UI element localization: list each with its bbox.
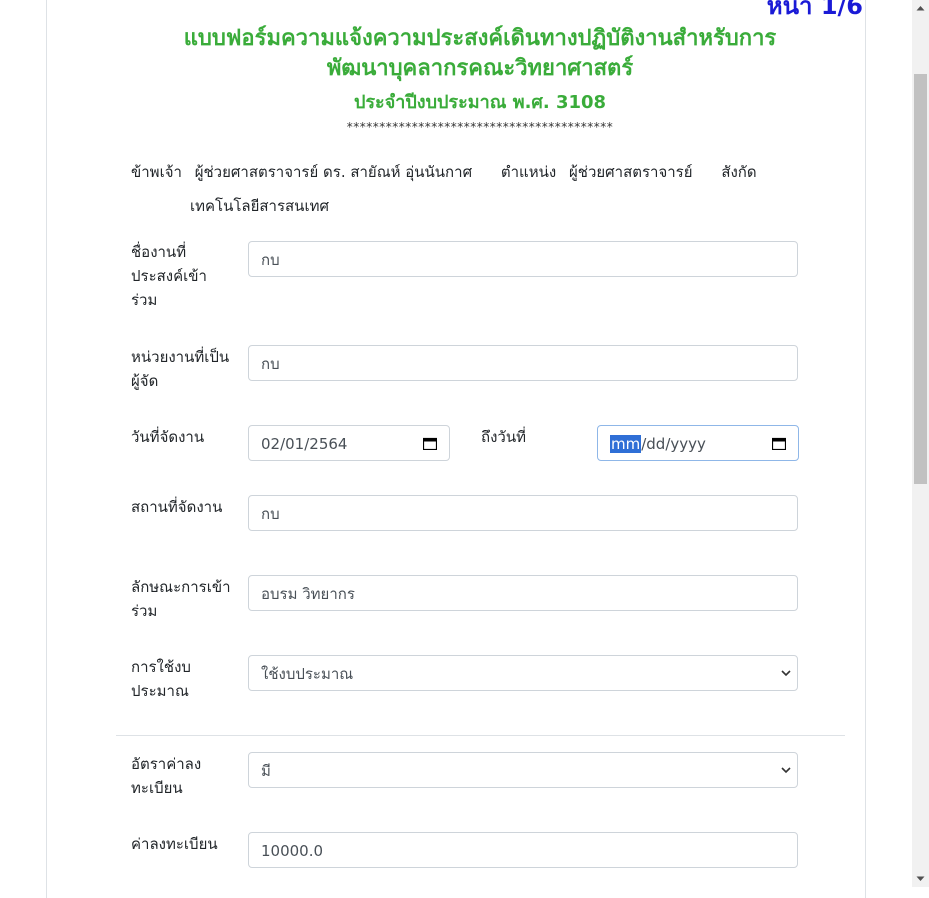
calendar-icon[interactable]: [423, 437, 437, 450]
start-date-label: วันที่จัดงาน: [131, 428, 205, 446]
intro-line: ข้าพเจ้า ผู้ช่วยศาสตราจารย์ ดร. สายัณห์ …: [131, 160, 765, 184]
scroll-up-arrow-icon[interactable]: [912, 0, 929, 17]
registration-rate-select[interactable]: มี: [248, 752, 798, 788]
intro-prefix: ข้าพเจ้า: [131, 163, 182, 181]
organizer-label: หน่วยงานที่เป็นผู้จัด: [131, 348, 230, 390]
budget-use-value: ใช้งบประมาณ: [261, 665, 354, 683]
end-date-month-segment[interactable]: mm: [610, 435, 642, 453]
applicant-position: ผู้ช่วยศาสตราจารย์: [568, 163, 693, 181]
participation-label: ลักษณะการเข้าร่วม: [131, 578, 231, 620]
start-date-value: 02/01/2564: [261, 435, 348, 453]
position-label: ตำแหน่ง: [500, 163, 557, 181]
calendar-icon[interactable]: [772, 437, 786, 450]
vertical-scrollbar[interactable]: [912, 0, 929, 887]
budget-use-select[interactable]: ใช้งบประมาณ: [248, 655, 798, 691]
registration-fee-input[interactable]: 10000.0: [248, 832, 798, 868]
event-name-label: ชื่องานที่ประสงค์เข้าร่วม: [131, 243, 207, 309]
applicant-name: ผู้ช่วยศาสตราจารย์ ดร. สายัณห์ อุ่นนันกา…: [194, 163, 473, 181]
participation-input[interactable]: อบรม วิทยากร: [248, 575, 798, 611]
scrollbar-thumb[interactable]: [914, 74, 927, 484]
budget-use-label: การใช้งบประมาณ: [131, 658, 191, 700]
start-date-input[interactable]: 02/01/2564: [248, 425, 450, 461]
event-name-input[interactable]: กบ: [248, 241, 798, 277]
venue-label: สถานที่จัดงาน: [131, 498, 223, 516]
scroll-down-arrow-icon[interactable]: [912, 870, 929, 887]
organizer-input[interactable]: กบ: [248, 345, 798, 381]
fiscal-year-subtitle: ประจำปีงบประมาณ พ.ศ. 3108: [353, 92, 607, 113]
registration-rate-value: มี: [261, 762, 271, 780]
chevron-down-icon: [781, 670, 791, 677]
end-date-rest: /dd/yyyy: [641, 435, 706, 453]
venue-input[interactable]: กบ: [248, 495, 798, 531]
end-date-label: ถึงวันที่: [481, 428, 526, 446]
registration-rate-label: อัตราค่าลงทะเบียน: [131, 755, 202, 797]
end-date-input[interactable]: mm/dd/yyyy: [597, 425, 799, 461]
registration-fee-label: ค่าลงทะเบียน: [131, 835, 218, 853]
department-label: สังกัด: [721, 163, 757, 181]
form-title-line2: พัฒนาบุคลากรคณะวิทยาศาสตร์: [326, 56, 634, 81]
chevron-down-icon: [781, 767, 791, 774]
stars-divider: ****************************************…: [346, 120, 614, 134]
section-divider: [116, 735, 845, 736]
applicant-department: เทคโนโลยีสารสนเทศ: [190, 197, 329, 215]
